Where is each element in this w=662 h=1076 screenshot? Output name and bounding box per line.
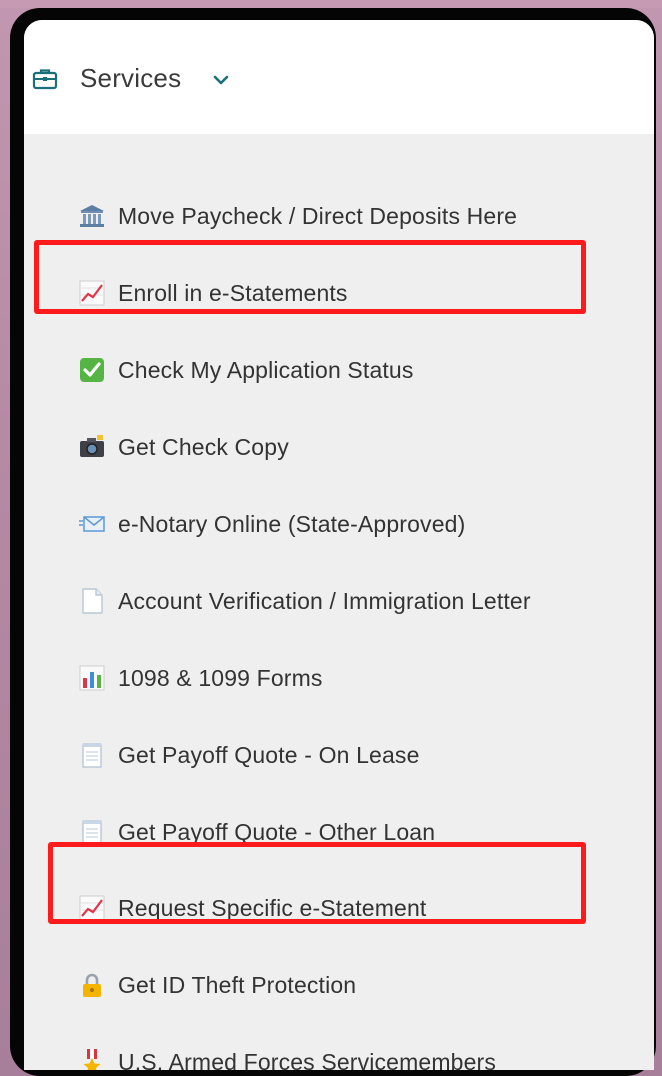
menu-item-label: Get Check Copy	[118, 433, 289, 460]
services-title: Services	[80, 63, 182, 93]
menu-item-label: Account Verification / Immigration Lette…	[118, 587, 531, 614]
services-header[interactable]: Services	[24, 20, 654, 134]
medal-icon	[83, 1049, 101, 1070]
checkmark-icon	[80, 358, 104, 382]
camera-icon	[80, 435, 104, 457]
menu-item-application-status[interactable]: Check My Application Status	[78, 350, 414, 390]
menu-item-check-copy[interactable]: Get Check Copy	[78, 427, 289, 467]
menu-item-label: e-Notary Online (State-Approved)	[118, 510, 466, 537]
background-top	[0, 0, 662, 8]
envelope-icon	[79, 516, 105, 532]
menu-item-armed-forces[interactable]: U.S. Armed Forces Servicemembers	[78, 1042, 496, 1070]
menu-item-label: Check My Application Status	[118, 356, 414, 383]
bar-chart-icon	[79, 665, 105, 691]
menu-item-label: Get Payoff Quote - On Lease	[118, 741, 420, 768]
highlight-box-enroll-estatements	[34, 240, 586, 314]
highlight-box-request-estatement	[48, 842, 586, 924]
menu-item-payoff-lease[interactable]: Get Payoff Quote - On Lease	[78, 735, 420, 775]
menu-item-label: 1098 & 1099 Forms	[118, 664, 323, 691]
menu-item-tax-forms[interactable]: 1098 & 1099 Forms	[78, 658, 323, 698]
menu-item-direct-deposit[interactable]: Move Paycheck / Direct Deposits Here	[78, 196, 517, 236]
menu-item-label: U.S. Armed Forces Servicemembers	[118, 1048, 497, 1071]
bank-icon	[80, 205, 104, 227]
lock-icon	[83, 973, 101, 997]
notepad-icon	[82, 743, 102, 768]
chevron-down-icon[interactable]	[211, 70, 231, 90]
menu-item-enotary[interactable]: e-Notary Online (State-Approved)	[78, 504, 465, 544]
briefcase-icon	[32, 69, 58, 90]
menu-item-id-theft[interactable]: Get ID Theft Protection	[78, 965, 356, 1005]
menu-item-account-verification[interactable]: Account Verification / Immigration Lette…	[78, 581, 531, 621]
document-icon	[82, 588, 103, 614]
menu-item-label: Move Paycheck / Direct Deposits Here	[118, 202, 518, 229]
menu-item-label: Get ID Theft Protection	[118, 971, 357, 998]
